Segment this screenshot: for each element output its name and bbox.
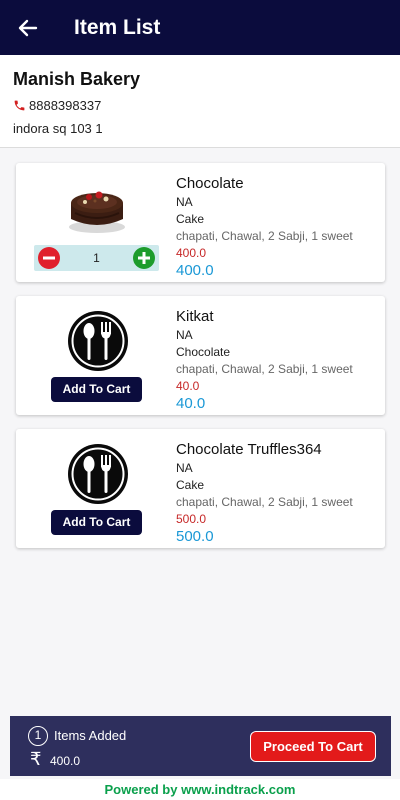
item-card[interactable]: 1 Chocolate NA Cake chapati, Chawal, 2 S… <box>16 163 385 282</box>
powered-by-label: Powered by <box>104 782 182 797</box>
cart-summary-bar: 1 Items Added ₹ 400.0 Proceed To Cart <box>10 716 391 776</box>
item-name: Chocolate <box>176 175 244 192</box>
shop-info: Manish Bakery 8888398337 indora sq 103 1 <box>0 55 400 148</box>
quantity-value: 1 <box>93 251 100 265</box>
proceed-to-cart-button[interactable]: Proceed To Cart <box>250 731 376 762</box>
item-category: Chocolate <box>176 345 231 359</box>
quantity-stepper: 1 <box>34 245 159 271</box>
shop-address: indora sq 103 1 <box>13 121 103 136</box>
shop-phone[interactable]: 8888398337 <box>13 98 387 113</box>
cart-total: 400.0 <box>50 754 81 768</box>
add-to-cart-button[interactable]: Add To Cart <box>51 377 142 402</box>
rupee-icon: ₹ <box>30 749 42 769</box>
item-card[interactable]: Add To Cart Kitkat NA Chocolate chapati,… <box>16 296 385 415</box>
shop-name: Manish Bakery <box>13 69 141 89</box>
item-description: chapati, Chawal, 2 Sabji, 1 sweet <box>176 362 353 376</box>
item-price: 500.0 <box>176 528 214 545</box>
shop-phone-number: 8888398337 <box>29 98 102 113</box>
item-mrp: 400.0 <box>176 246 207 260</box>
items-added-label: Items Added <box>54 728 127 743</box>
item-subtitle: NA <box>176 461 193 475</box>
item-price: 400.0 <box>176 262 214 279</box>
items-count-badge: 1 <box>28 726 48 746</box>
phone-icon <box>14 100 25 111</box>
item-description: chapati, Chawal, 2 Sabji, 1 sweet <box>176 229 353 243</box>
item-name: Chocolate Truffles364 <box>176 441 322 458</box>
dish-icon <box>68 444 128 504</box>
arrow-left-icon <box>18 19 38 36</box>
app-bar: Item List <box>0 0 400 55</box>
item-subtitle: NA <box>176 328 193 342</box>
decrease-quantity-button[interactable] <box>38 247 60 269</box>
powered-by-footer: Powered by www.indtrack.com <box>0 779 400 800</box>
back-button[interactable] <box>0 0 56 55</box>
item-card[interactable]: Add To Cart Chocolate Truffles364 NA Cak… <box>16 429 385 548</box>
minus-icon <box>43 256 55 260</box>
item-subtitle: NA <box>176 195 193 209</box>
powered-by-link[interactable]: www.indtrack.com <box>181 782 295 797</box>
item-price: 40.0 <box>176 395 206 412</box>
item-description: chapati, Chawal, 2 Sabji, 1 sweet <box>176 495 353 509</box>
item-mrp: 500.0 <box>176 512 207 526</box>
cake-image <box>69 191 125 233</box>
plus-icon <box>138 252 150 264</box>
dish-icon <box>68 311 128 371</box>
item-mrp: 40.0 <box>176 379 200 393</box>
increase-quantity-button[interactable] <box>133 247 155 269</box>
item-category: Cake <box>176 478 205 492</box>
item-category: Cake <box>176 212 205 226</box>
page-title: Item List <box>74 15 161 39</box>
add-to-cart-button[interactable]: Add To Cart <box>51 510 142 535</box>
item-name: Kitkat <box>176 308 214 325</box>
